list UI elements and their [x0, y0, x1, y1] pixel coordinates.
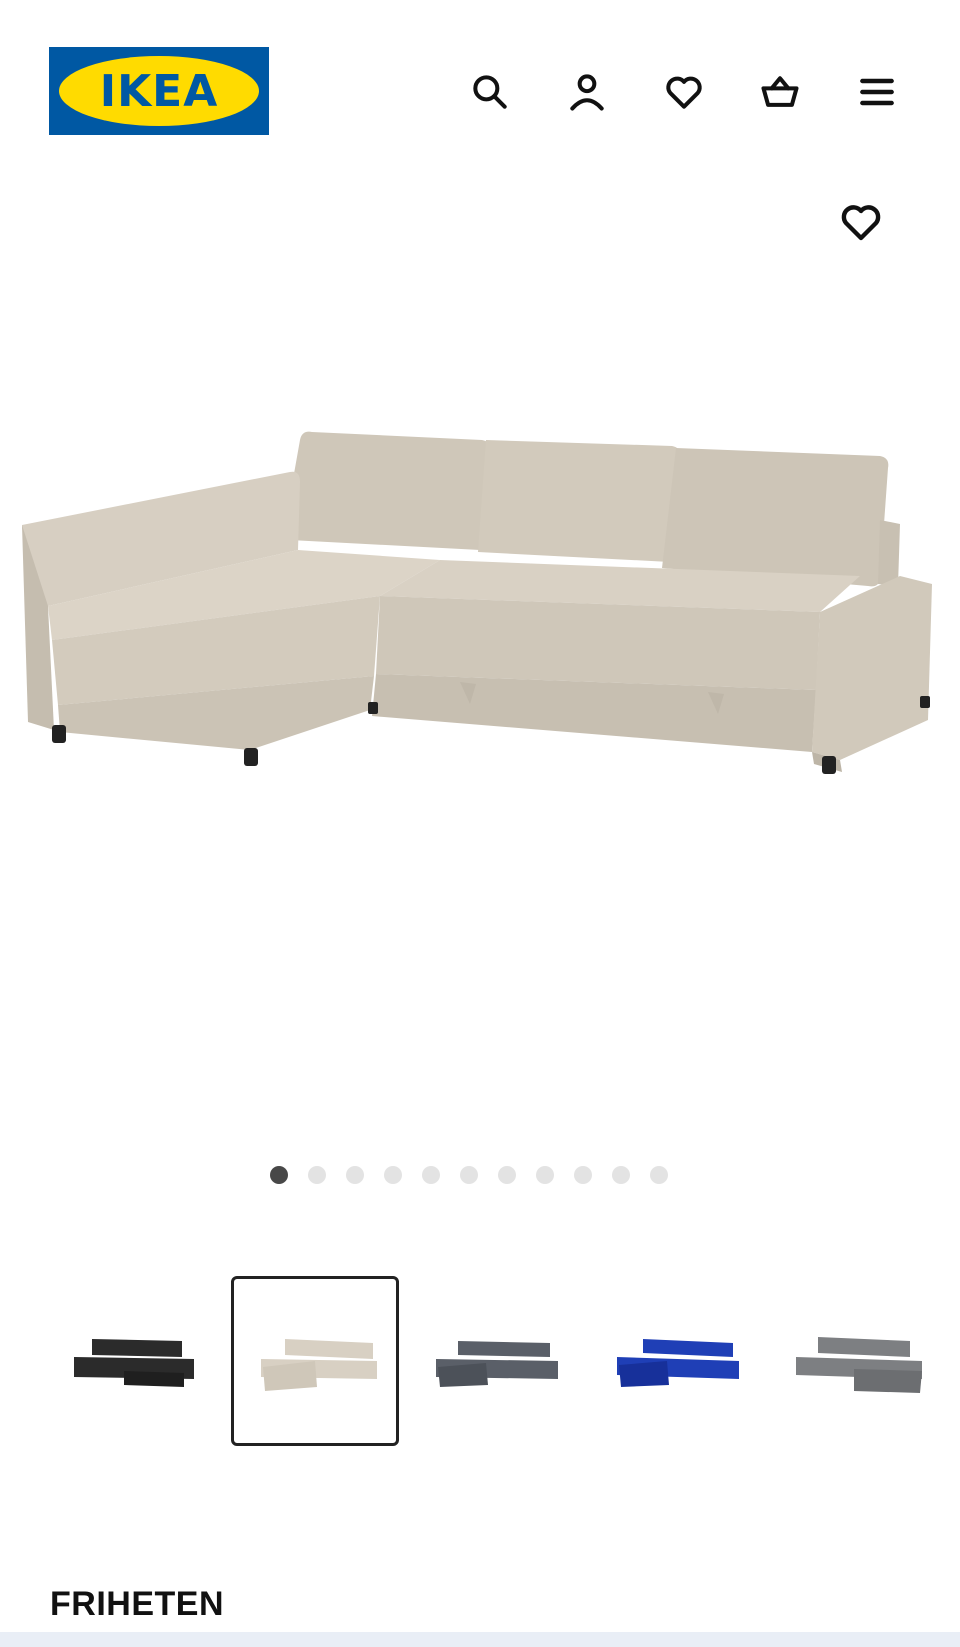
- bottom-strip: [0, 1632, 960, 1647]
- product-image[interactable]: [0, 400, 960, 820]
- search-icon[interactable]: [466, 68, 514, 116]
- gallery-dot[interactable]: [308, 1166, 326, 1184]
- product-name: FRIHETEN: [50, 1585, 224, 1623]
- gallery-dot[interactable]: [384, 1166, 402, 1184]
- sofa-thumbnail: [796, 1337, 922, 1393]
- color-option[interactable]: [50, 1276, 218, 1446]
- add-to-favourites-icon[interactable]: [835, 196, 887, 248]
- logo-text: IKEA: [99, 65, 219, 117]
- sofa-thumbnail: [74, 1339, 194, 1387]
- gallery-dot[interactable]: [460, 1166, 478, 1184]
- color-options: [0, 1276, 960, 1446]
- color-option[interactable]: [593, 1276, 761, 1446]
- gallery-dot[interactable]: [346, 1166, 364, 1184]
- sofa-thumbnail: [617, 1339, 739, 1387]
- gallery-dot[interactable]: [650, 1166, 668, 1184]
- basket-icon[interactable]: [756, 68, 804, 116]
- gallery-dot[interactable]: [574, 1166, 592, 1184]
- heart-icon[interactable]: [660, 68, 708, 116]
- gallery-dot[interactable]: [612, 1166, 630, 1184]
- menu-icon[interactable]: [853, 68, 901, 116]
- color-option[interactable]: [774, 1276, 942, 1446]
- gallery-dot[interactable]: [498, 1166, 516, 1184]
- gallery-pagination[interactable]: [270, 1166, 668, 1184]
- gallery-dot[interactable]: [270, 1166, 288, 1184]
- profile-icon[interactable]: [563, 68, 611, 116]
- sofa-thumbnail: [436, 1341, 558, 1387]
- header: IKEA: [0, 0, 960, 170]
- logo-oval: IKEA: [59, 56, 259, 126]
- color-option[interactable]: [412, 1276, 580, 1446]
- gallery-dot[interactable]: [422, 1166, 440, 1184]
- ikea-logo[interactable]: IKEA: [49, 47, 269, 135]
- color-option-selected[interactable]: [231, 1276, 399, 1446]
- sofa-thumbnail: [261, 1339, 377, 1391]
- gallery-dot[interactable]: [536, 1166, 554, 1184]
